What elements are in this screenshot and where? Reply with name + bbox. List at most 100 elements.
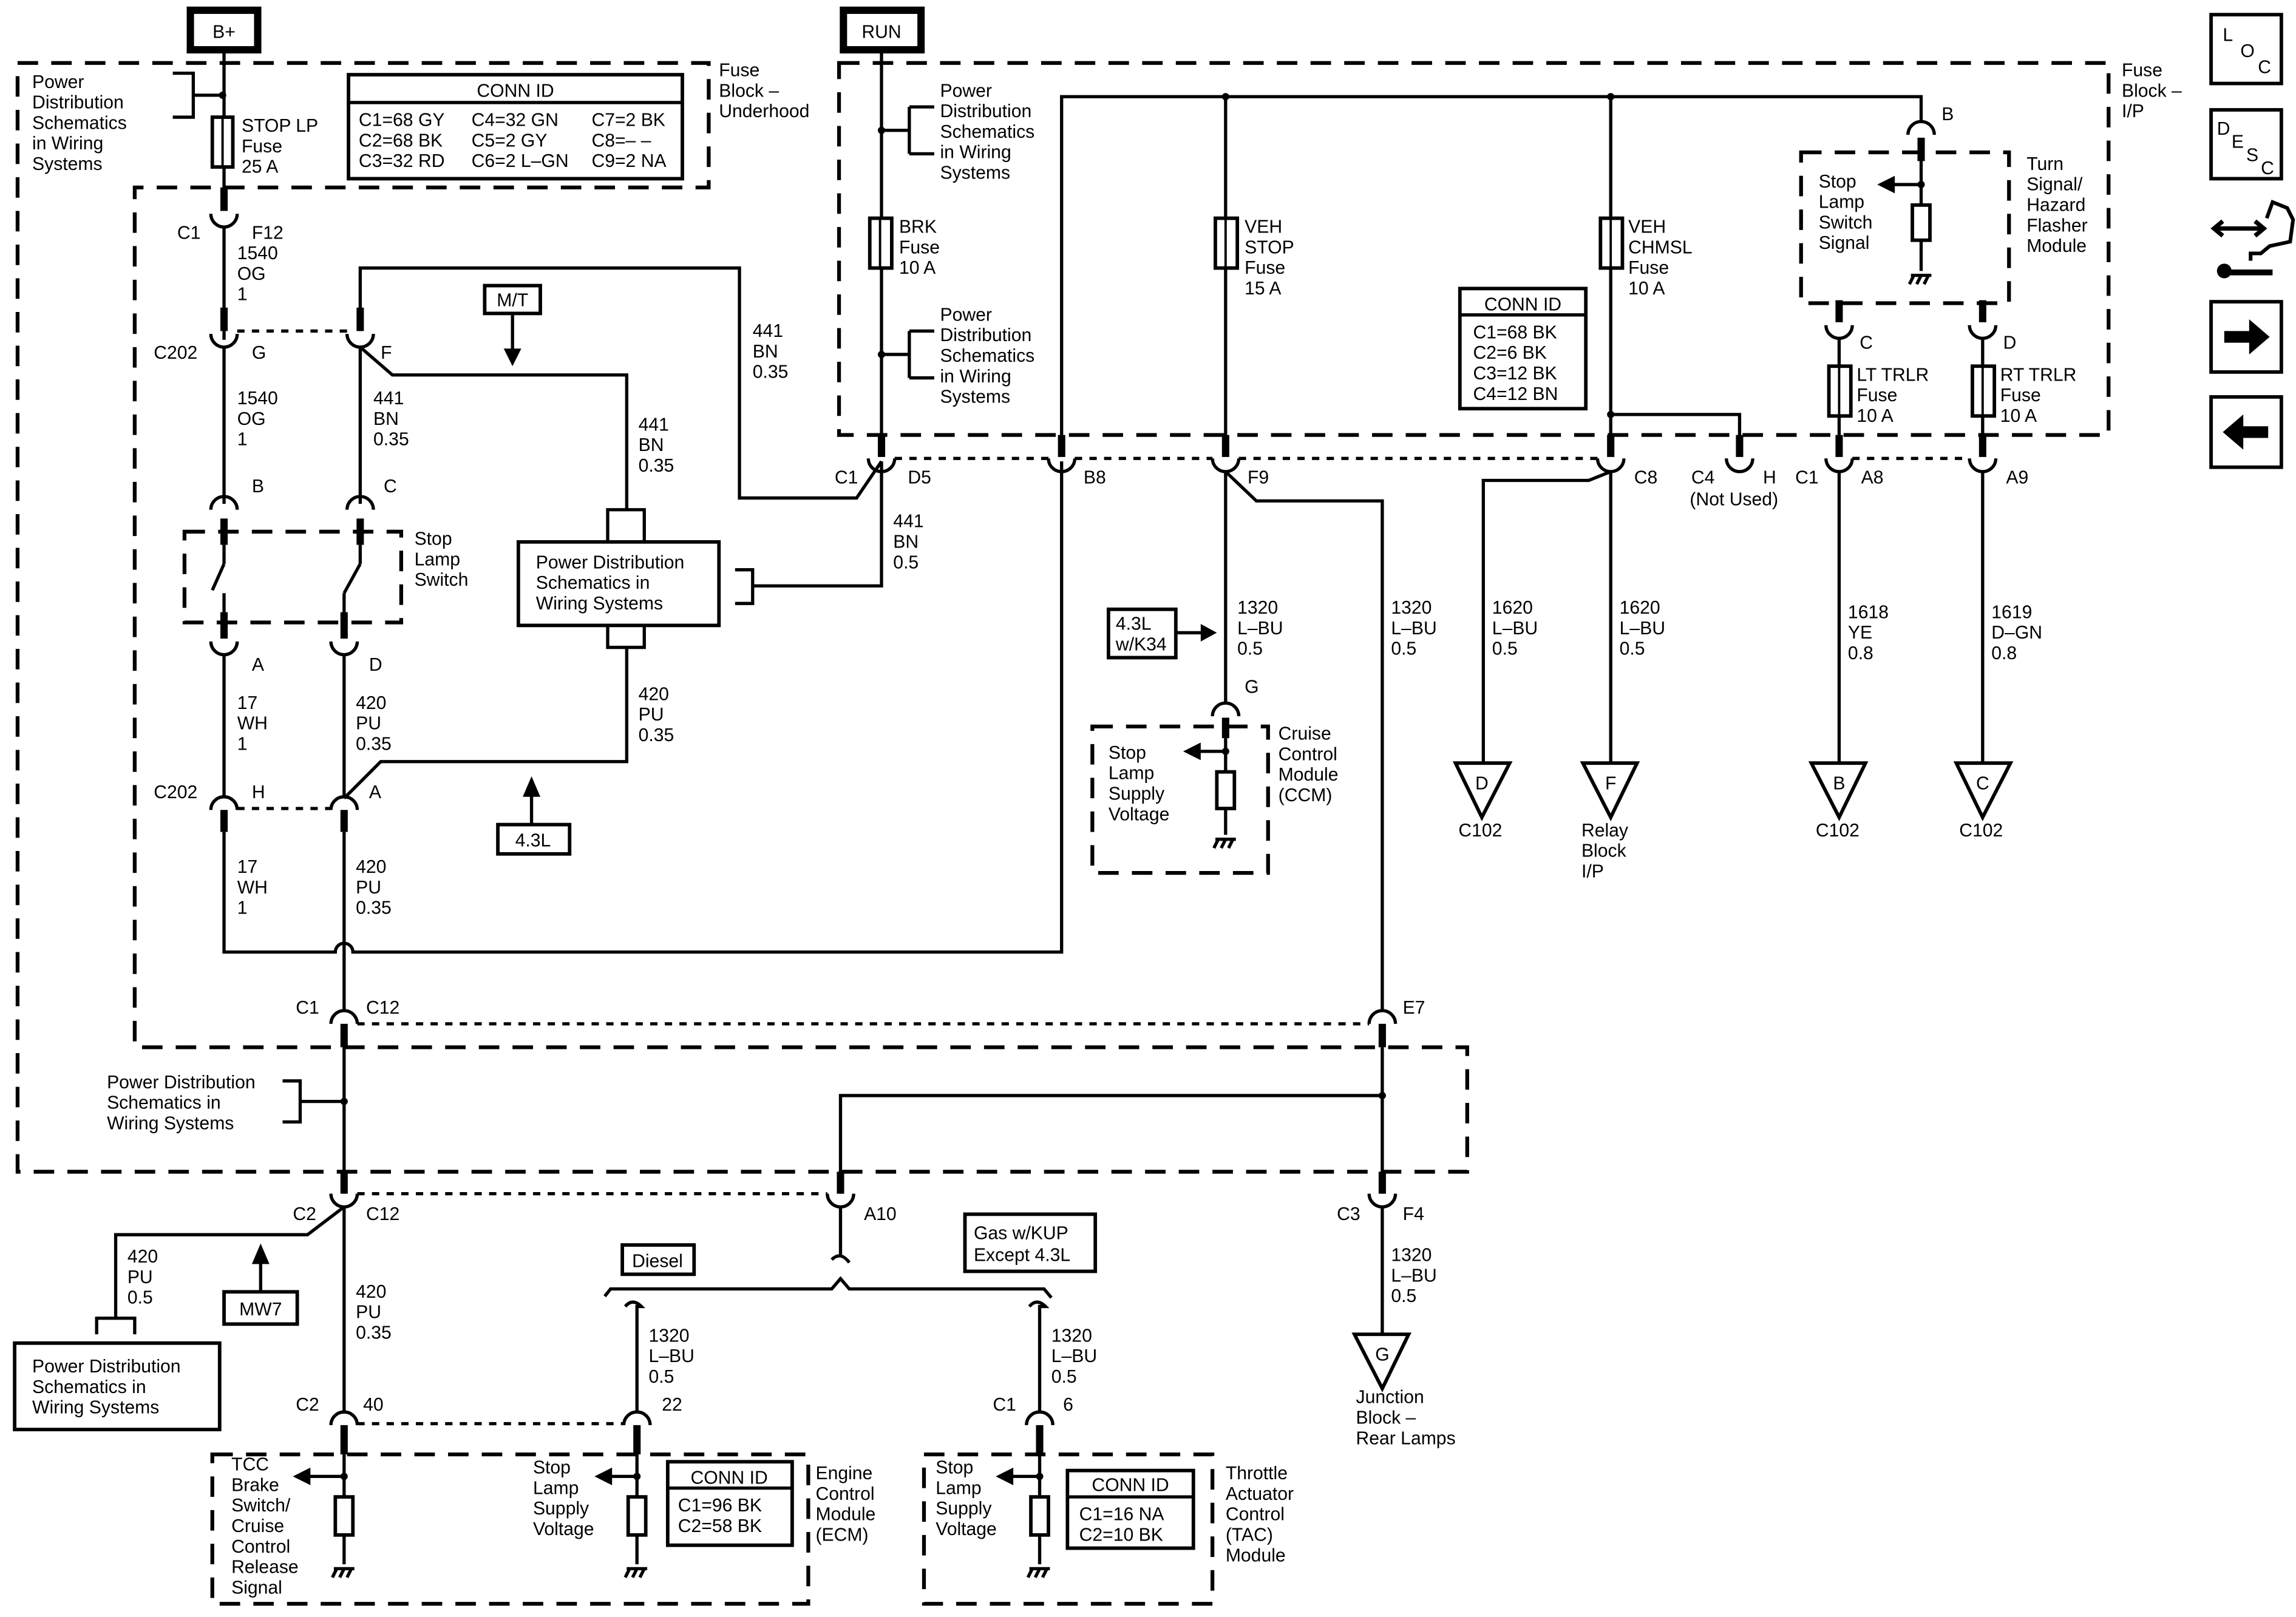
diagram-label: YE [1848, 623, 1872, 643]
diagram-label: Schematics [32, 113, 127, 133]
run-label: RUN [861, 22, 901, 42]
diagram-label: 1620 [1620, 598, 1660, 618]
diagram-label: Engine [815, 1463, 872, 1483]
diagram-label: Rear Lamps [1356, 1428, 1456, 1448]
connector-service-icon[interactable] [2210, 200, 2295, 279]
diagram-label: C [1976, 774, 1989, 794]
diagram-label: 17 [237, 857, 258, 877]
diagram-label: Underhood [719, 101, 809, 121]
diagram-label: C1 [296, 998, 319, 1018]
diagram-label: D [1475, 774, 1489, 794]
option-tag-diesel: Diesel [620, 1243, 696, 1276]
diagram-label: G [252, 343, 266, 363]
diagram-label: C2 [296, 1395, 319, 1415]
wire-label-441-top: 441 BN 0.35 [753, 321, 789, 382]
next-page-button[interactable] [2209, 300, 2283, 374]
diagram-label: C [1860, 333, 1873, 353]
diagram-label: RT TRLR [2000, 365, 2077, 385]
diagram-label: Gas w/KUP [974, 1223, 1068, 1243]
diagram-label: Signal [231, 1578, 282, 1598]
diagram-label: 0.5 [1620, 639, 1645, 659]
diagram-label: Distribution [940, 101, 1031, 121]
diagram-label: Stop [936, 1458, 973, 1478]
diagram-label: Switch [415, 570, 469, 590]
diagram-label: VEH [1628, 217, 1666, 237]
bplus-label: B+ [212, 22, 236, 42]
wire-label-1619: 1619 D–GN 0.8 [1991, 602, 2042, 663]
diagram-label: G [1375, 1345, 1389, 1365]
diagram-label: 22 [662, 1395, 682, 1415]
connector-c1-c12: C1 C12 E7 [296, 998, 1425, 1048]
diagram-label: w/K34 [1115, 634, 1167, 654]
stop-lp-fuse: STOP LP Fuse 25 A [210, 115, 318, 177]
wire-label-420-a: 420 PU 0.35 [356, 857, 392, 918]
diagram-label: BRK [899, 217, 937, 237]
diagram-label: 1320 [1391, 1246, 1432, 1266]
diagram-label: PU [127, 1267, 153, 1287]
diagram-label: Systems [32, 154, 103, 174]
option-tag-mw7: MW7 [222, 1243, 299, 1326]
conn-id-table-ip: CONN ID C1=68 BK C2=6 BK C3=12 BK C4=12 … [1458, 286, 1588, 411]
wire-label-1618: 1618 YE 0.8 [1848, 602, 1889, 663]
diagram-label: C4=12 BN [1473, 384, 1558, 404]
diagram-label: C2=68 BK [359, 131, 443, 151]
diagram-label: L–BU [1051, 1346, 1097, 1366]
wire-label-420-d: 420 PU 0.35 [356, 693, 392, 754]
desc-letter-c: C [2261, 158, 2274, 178]
diagram-label: Distribution [940, 325, 1031, 345]
diagram-label: F [1605, 774, 1616, 794]
diagram-label: Diesel [632, 1251, 683, 1271]
diagram-label: C1=16 NA [1079, 1505, 1165, 1525]
diagram-label: 0.35 [639, 456, 674, 476]
diagram-label: BN [373, 409, 399, 429]
diagram-label: Lamp [1819, 192, 1864, 212]
option-tag-4-3l: 4.3L [496, 776, 572, 856]
diagram-label: BN [639, 435, 664, 455]
diagram-label: C1=96 BK [678, 1496, 762, 1516]
diagram-label: 0.5 [1492, 639, 1518, 659]
diagram-label: Schematics in [32, 1377, 146, 1397]
diagram-label: 420 [356, 1282, 386, 1302]
wire-label-441-f: 441 BN 0.35 [373, 388, 409, 450]
diagram-label: C9=2 NA [591, 151, 667, 171]
diagram-label: Control [1226, 1505, 1285, 1525]
diagram-label: F4 [1403, 1204, 1424, 1224]
lt-trlr-fuse: LT TRLR Fuse 10 A [1827, 364, 1929, 426]
diagram-label: C1 [993, 1395, 1016, 1415]
diagram-label: I/P [1581, 861, 1604, 881]
diagram-label: Signal/ [2026, 175, 2083, 195]
diagram-label: 1 [237, 430, 248, 450]
loc-letter-l: L [2223, 25, 2233, 46]
diagram-label: 1619 [1991, 602, 2032, 622]
diagram-label: OG [237, 264, 266, 284]
diagram-label: A [252, 655, 265, 675]
diagram-label: 0.8 [1848, 643, 1873, 663]
description-button[interactable]: D E S C [2209, 108, 2283, 181]
cruise-control-module: G Stop Lamp Supply Voltage Cruise Contro… [1109, 677, 1339, 849]
pds-box-center: Power Distribution Schematics in Wiring … [342, 461, 883, 799]
wire-label-420-pds: 420 PU 0.35 [639, 684, 674, 745]
diagram-label: Control [815, 1484, 874, 1504]
diagram-label: Distribution [32, 93, 124, 113]
diagram-label: C1 [177, 223, 201, 243]
diagram-label: Switch/ [231, 1496, 291, 1516]
pds-ref-ip-1: Power Distribution Schematics in Wiring … [877, 81, 1034, 183]
diagram-label: Schematics in [536, 573, 650, 593]
diagram-label: CONN ID [477, 81, 554, 101]
location-button[interactable]: L O C [2209, 13, 2283, 86]
diagram-label: Control [231, 1537, 290, 1557]
diagram-label: Stop [533, 1458, 571, 1478]
diagram-label: 0.5 [127, 1288, 153, 1308]
previous-page-button[interactable] [2209, 395, 2283, 469]
diagram-label: Stop [1109, 743, 1146, 763]
pds-ref-lower: Power Distribution Schematics in Wiring … [107, 1073, 348, 1133]
diagram-label: B [252, 476, 264, 497]
diagram-label: Systems [940, 163, 1010, 183]
diagram-label: 1 [237, 898, 248, 918]
diagram-label: C6=2 L–GN [472, 151, 569, 171]
diagram-label: L–BU [649, 1346, 695, 1366]
diagram-label: Stop [1819, 172, 1856, 192]
diagram-label: Wiring Systems [536, 594, 663, 614]
diagram-label: 1540 [237, 388, 278, 408]
wire-label-17-a: 17 WH 1 [237, 693, 268, 754]
